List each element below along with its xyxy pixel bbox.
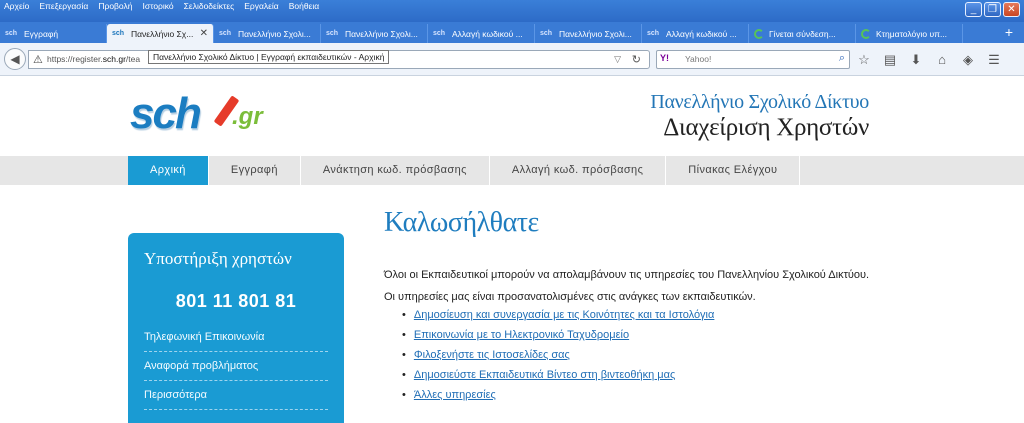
close-tab-icon[interactable]: ✕ xyxy=(200,28,208,39)
warning-icon[interactable]: ⚠ xyxy=(33,53,43,66)
services-list: Δημοσίευση και συνεργασία με τις Κοινότη… xyxy=(402,305,944,405)
tab-strip: sch Εγγραφή sch Πανελλήνιο Σχ... ✕ sch Πανελ… xyxy=(0,22,1024,43)
menu-item-register[interactable]: Εγγραφή xyxy=(209,156,301,185)
search-input[interactable]: Yahoo! xyxy=(685,54,711,64)
url-host: sch.gr xyxy=(102,54,126,64)
url-path: /tea xyxy=(125,54,141,64)
tab-7[interactable]: sch Αλλαγή κωδικού ... xyxy=(642,24,749,43)
support-link-report[interactable]: Αναφορά προβλήματος xyxy=(144,352,328,381)
new-tab-button[interactable]: + xyxy=(994,22,1024,43)
services-paragraph: Οι υπηρεσίες μας είναι προσανατολισμένες… xyxy=(384,291,756,303)
minimize-button[interactable]: _ xyxy=(965,2,982,17)
restore-button[interactable]: ❐ xyxy=(984,2,1001,17)
back-arrow-icon: ◀ xyxy=(10,52,20,66)
search-icon[interactable]: ⌕ xyxy=(839,52,845,65)
tab-title: Αλλαγή κωδικού ... xyxy=(666,28,737,39)
tab-1[interactable]: sch Εγγραφή xyxy=(0,24,107,43)
support-phone: 801 11 801 81 xyxy=(175,291,297,311)
menu-tools[interactable]: Εργαλεία xyxy=(244,0,279,12)
tab-2-active[interactable]: sch Πανελλήνιο Σχ... ✕ xyxy=(107,24,214,43)
main-menu: Αρχική Εγγραφή Ανάκτηση κωδ. πρόσβασης Α… xyxy=(0,156,1024,185)
list-item: Δημοσιεύστε Εκπαιδευτικά Βίντεο στη βιντ… xyxy=(402,365,944,385)
list-item: Άλλες υπηρεσίες xyxy=(402,385,944,405)
close-window-button[interactable]: ✕ xyxy=(1003,2,1020,17)
site-name-line2: Διαχείριση Χρηστών xyxy=(663,114,869,141)
service-link-email[interactable]: Επικοινωνία με το Ηλεκτρονικό Ταχυδρομεί… xyxy=(414,329,629,341)
sch-favicon-icon: sch xyxy=(433,30,446,37)
extension-icon[interactable]: ◈ xyxy=(960,51,976,68)
service-link-webhosting[interactable]: Φιλοξενήστε τις Ιστοσελίδες σας xyxy=(414,349,570,361)
menu-help[interactable]: Βοήθεια xyxy=(289,0,319,12)
menu-edit[interactable]: Επεξεργασία xyxy=(39,0,88,12)
tab-title: Πανελλήνιο Σχ... xyxy=(131,28,194,39)
toolbar-icons: ☆ ▤ ⬇ ⌂ ◈ ☰ xyxy=(856,51,1002,68)
menu-item-home[interactable]: Αρχική xyxy=(128,156,209,185)
tab-title: Εγγραφή xyxy=(24,28,59,39)
sch-favicon-icon: sch xyxy=(112,30,125,37)
sch-favicon-icon: sch xyxy=(219,30,232,37)
tab-5[interactable]: sch Αλλαγή κωδικού ... xyxy=(428,24,535,43)
tab-title: Αλλαγή κωδικού ... xyxy=(452,28,523,39)
menu-item-recover-password[interactable]: Ανάκτηση κωδ. πρόσβασης xyxy=(301,156,490,185)
main-content: Καλωσήλθατε Όλοι οι Εκπαιδευτικοί μπορού… xyxy=(384,207,944,405)
support-link-more[interactable]: Περισσότερα xyxy=(144,381,328,410)
url-prefix: https://register. xyxy=(47,54,103,64)
sch-favicon-icon: sch xyxy=(540,30,553,37)
site-name: Πανελλήνιο Σχολικό Δίκτυο Διαχείριση Χρη… xyxy=(650,91,869,142)
tab-title: Γίνεται σύνδεση... xyxy=(769,28,836,39)
site-name-line1: Πανελλήνιο Σχολικό Δίκτυο xyxy=(650,91,869,113)
tab-title: Πανελλήνιο Σχολι... xyxy=(238,28,311,39)
reading-list-icon[interactable]: ▤ xyxy=(882,51,898,68)
menu-item-control-panel[interactable]: Πίνακας Ελέγχου xyxy=(666,156,801,185)
tab-title: Πανελλήνιο Σχολι... xyxy=(345,28,418,39)
support-sidebar: Υποστήριξη χρηστών 801 11 801 81 Τηλεφων… xyxy=(128,233,344,423)
search-bar[interactable]: Y! Yahoo! ⌕ xyxy=(656,50,850,69)
list-item: Δημοσίευση και συνεργασία με τις Κοινότη… xyxy=(402,305,944,325)
window-titlebar: Αρχείο Επεξεργασία Προβολή Ιστορικό Σελι… xyxy=(0,0,1024,22)
tab-6[interactable]: sch Πανελλήνιο Σχολι... xyxy=(535,24,642,43)
page-content: sch .gr Πανελλήνιο Σχολικό Δίκτυο Διαχεί… xyxy=(0,77,1024,423)
service-link-other[interactable]: Άλλες υπηρεσίες xyxy=(414,389,496,401)
sch-favicon-icon: sch xyxy=(326,30,339,37)
window-controls: _ ❐ ✕ xyxy=(965,2,1020,17)
menu-history[interactable]: Ιστορικό xyxy=(142,0,173,12)
sch-logo[interactable]: sch .gr xyxy=(130,89,263,139)
tab-title: Πανελλήνιο Σχολι... xyxy=(559,28,632,39)
tab-4[interactable]: sch Πανελλήνιο Σχολι... xyxy=(321,24,428,43)
tab-tooltip: Πανελλήνιο Σχολικό Δίκτυο | Εγγραφή εκπα… xyxy=(148,50,390,64)
back-button[interactable]: ◀ xyxy=(4,48,26,70)
sch-favicon-icon: sch xyxy=(647,30,660,37)
menu-item-change-password[interactable]: Αλλαγή κωδ. πρόσβασης xyxy=(490,156,667,185)
support-link-phone[interactable]: Τηλεφωνική Επικοινωνία xyxy=(144,323,328,352)
menu-file[interactable]: Αρχείο xyxy=(4,0,29,12)
star-icon[interactable]: ☆ xyxy=(856,51,872,68)
logo-suffix: .gr xyxy=(232,103,263,130)
loading-spinner-icon xyxy=(861,28,871,39)
menu-bookmarks[interactable]: Σελιδοδείκτες xyxy=(184,0,235,12)
tab-8[interactable]: Γίνεται σύνδεση... xyxy=(749,24,856,43)
page-title: Καλωσήλθατε xyxy=(384,207,539,238)
yahoo-engine-icon[interactable]: Y! xyxy=(660,53,669,63)
tab-title: Κτηματολόγιο υπ... xyxy=(876,28,948,39)
support-title: Υποστήριξη χρηστών xyxy=(144,249,292,268)
download-icon[interactable]: ⬇ xyxy=(908,51,924,68)
tab-3[interactable]: sch Πανελλήνιο Σχολι... xyxy=(214,24,321,43)
url-dropdown-icon[interactable]: ▽ xyxy=(614,54,621,65)
browser-menubar: Αρχείο Επεξεργασία Προβολή Ιστορικό Σελι… xyxy=(4,0,319,12)
tab-9[interactable]: Κτηματολόγιο υπ... xyxy=(856,24,963,43)
home-icon[interactable]: ⌂ xyxy=(934,51,950,68)
sch-favicon-icon: sch xyxy=(5,30,18,37)
service-link-video[interactable]: Δημοσιεύστε Εκπαιδευτικά Βίντεο στη βιντ… xyxy=(414,369,675,381)
logo-text: sch xyxy=(130,89,202,138)
service-link-communities[interactable]: Δημοσίευση και συνεργασία με τις Κοινότη… xyxy=(414,309,715,321)
loading-spinner-icon xyxy=(754,28,764,39)
list-item: Επικοινωνία με το Ηλεκτρονικό Ταχυδρομεί… xyxy=(402,325,944,345)
intro-paragraph: Όλοι οι Εκπαιδευτικοί μπορούν να απολαμβ… xyxy=(384,269,870,281)
reload-icon[interactable]: ↻ xyxy=(632,53,641,66)
list-item: Φιλοξενήστε τις Ιστοσελίδες σας xyxy=(402,345,944,365)
menu-view[interactable]: Προβολή xyxy=(98,0,132,12)
menu-icon[interactable]: ☰ xyxy=(986,51,1002,68)
url-text: https://register.sch.gr/tea xyxy=(47,54,140,64)
